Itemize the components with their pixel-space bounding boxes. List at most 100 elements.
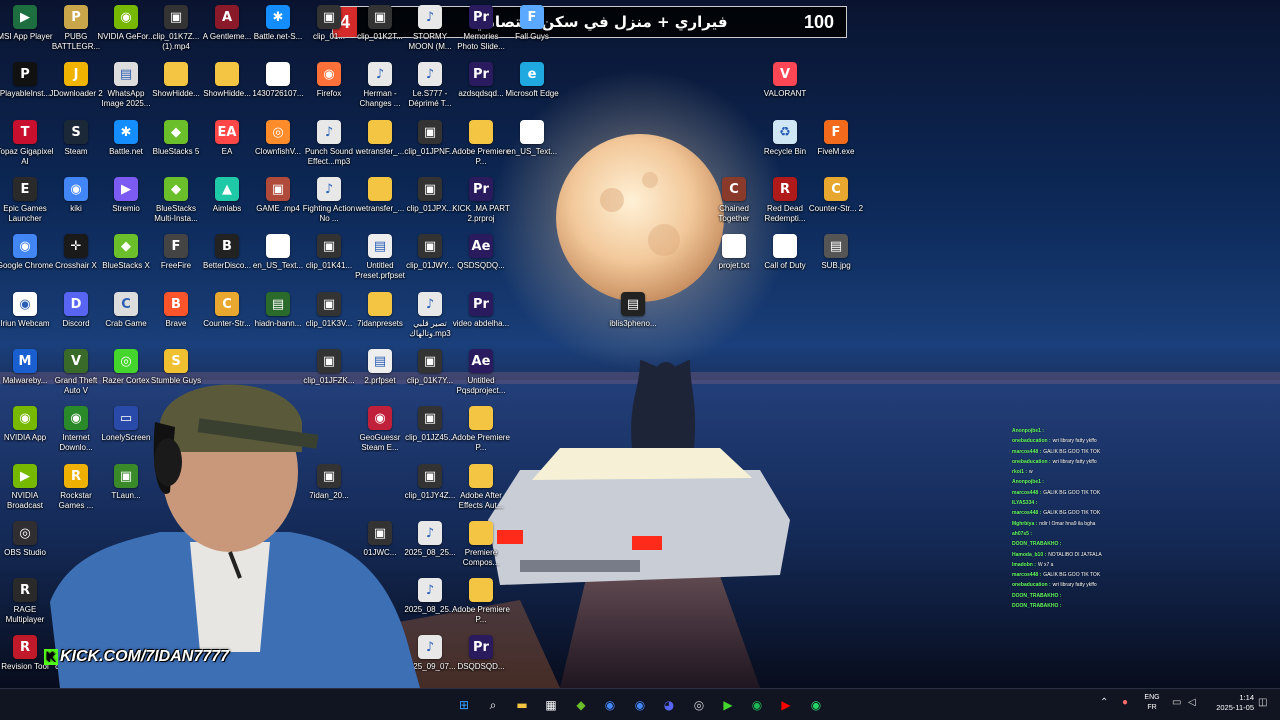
desktop-icon[interactable]: Adobe After Effects Aut... [453,464,509,518]
volume-icon[interactable]: ◁ [1188,697,1196,708]
desktop-icon[interactable]: en_US_Text... [504,120,560,174]
desktop-icon[interactable]: E Epic Games Launcher [0,177,53,231]
desktop-icon[interactable]: 1430726107... [250,62,306,116]
desktop-icon[interactable]: ▶ MSI App Player [0,5,53,59]
start-button[interactable]: ⊞ [454,695,474,715]
search-icon[interactable]: ⌕ [483,695,503,715]
desktop-icon[interactable]: ◆ BlueStacks Multi-Insta... [148,177,204,231]
language-indicator[interactable]: ENG FR [1141,693,1163,713]
desktop-icon[interactable]: ✱ Battle.net [98,120,154,174]
desktop-icon[interactable]: Pr DSQDSQD... [453,635,509,689]
desktop-icon[interactable]: ▣ clip_01JWY... [402,234,458,288]
desktop-icon[interactable]: F FiveM.exe [808,120,864,174]
desktop-icon[interactable]: ShowHidde... [148,62,204,116]
microphone-icon[interactable]: ● [1122,697,1128,708]
chrome-taskbar-icon[interactable]: ◉ [600,695,620,715]
desktop-icon[interactable]: ▣ clip_01JPX... [402,177,458,231]
bluestacks-taskbar-icon[interactable]: ◆ [571,695,591,715]
desktop-icon[interactable]: ◉ Iriun Webcam [0,292,53,346]
desktop-icon[interactable]: V VALORANT [757,62,813,116]
desktop-icon[interactable]: T Topaz Gigapixel AI [0,120,53,174]
desktop-icon[interactable]: S Steam [48,120,104,174]
desktop-icon[interactable]: ◎ ClownfishV... [250,120,306,174]
play-taskbar-icon[interactable]: ▶ [718,695,738,715]
chevron-up-icon[interactable]: ⌃ [1100,697,1108,708]
desktop-icon[interactable]: ◉ NVIDIA GeFor... [97,5,155,59]
desktop-icon[interactable]: ▣ clip_01K7Z...(1).mp4 [148,5,204,59]
desktop-icon[interactable]: C Chained Together [706,177,762,231]
desktop-icon[interactable]: ▣ clip_01... [301,5,357,59]
chrome-profile-taskbar-icon[interactable]: ◉ [630,695,650,715]
desktop-icon[interactable]: EA EA [199,120,255,174]
desktop-icon[interactable]: e Microsoft Edge [504,62,560,116]
desktop-icon[interactable]: Adobe Premiere P... [452,406,510,460]
desktop-icon[interactable]: Pr azdsqdsqd... [453,62,509,116]
desktop-icon[interactable]: wetransfer_... [352,177,408,231]
desktop-icon[interactable]: ▣ GAME .mp4 [250,177,306,231]
desktop-icon[interactable]: ◉ Google Chrome [0,234,53,288]
desktop-icon[interactable]: ✛ Crosshair X [48,234,104,288]
desktop-icon[interactable]: ◆ BlueStacks 5 [148,120,204,174]
desktop-icon[interactable]: projet.txt [706,234,762,288]
desktop-icon[interactable]: J JDownloader 2 [48,62,104,116]
desktop-icon[interactable]: Premiere Compos... [453,521,509,575]
desktop-icon[interactable]: ▤ SUB.jpg [808,234,864,288]
desktop-icon[interactable]: B BetterDisco... [199,234,255,288]
desktop-icon[interactable]: Pr video abdelha... [453,292,509,346]
desktop-icon[interactable]: D Discord [48,292,104,346]
desktop-icon[interactable]: ♪ تصير قلبي وتالهاك.mp3 [402,292,458,346]
desktop-icon[interactable]: ShowHidde... [199,62,255,116]
discord-taskbar-icon[interactable]: ◕ [659,695,679,715]
desktop-icon[interactable]: Ae Untitled Pqsdproject... [453,349,509,403]
desktop-icon[interactable]: ♪ Le.S777 - Déprimé T... [402,62,458,116]
desktop-icon[interactable]: F FreeFire [148,234,204,288]
spotify-taskbar-icon[interactable]: ◉ [747,695,767,715]
desktop-icon[interactable]: ▤ WhatsApp Image 2025... [98,62,154,116]
desktop-icon[interactable]: ▶ Stremio [98,177,154,231]
desktop-icon[interactable]: C Crab Game [98,292,154,346]
desktop-icon[interactable]: Pr Memories Photo Slide... [453,5,509,59]
desktop-icon[interactable]: ▣ clip_01K41... [301,234,357,288]
desktop-icon[interactable]: ♪ STORMY MOON (M... [402,5,458,59]
desktop-icon[interactable]: Call of Duty [757,234,813,288]
chat-text: wri library fatty ykffo [1052,458,1097,465]
desktop-icon[interactable]: C Counter-Str... 2 [808,177,864,231]
desktop-icon[interactable]: A A Gentleme... [199,5,255,59]
desktop-icon[interactable]: ▣ clip_01K3V... [301,292,357,346]
desktop-icon[interactable]: ◉ kiki [48,177,104,231]
network-icon[interactable]: ▭ [1172,697,1181,708]
desktop-icon[interactable]: ♪ Punch Sound Effect...mp3 [301,120,357,174]
desktop-icon[interactable]: Pr KICK .MA PART 2.prproj [452,177,510,231]
desktop-icon[interactable]: P PlayableInst... [0,62,53,116]
desktop-icon[interactable]: en_US_Text... [250,234,306,288]
desktop-icon[interactable]: ♪ Fighting Action No ... [301,177,357,231]
desktop-icon[interactable]: Ae QSDSQDQ... [453,234,509,288]
desktop-icon[interactable]: Adobe Premiere P... [452,578,510,632]
desktop-icon[interactable]: 7idanpresets [352,292,408,346]
desktop-icon[interactable]: ▤ iblis3pheno... [605,292,661,346]
desktop-icon[interactable]: C Counter-Str... [199,292,255,346]
desktop-icon[interactable]: ✱ Battle.net-S... [250,5,306,59]
desktop-icon[interactable]: F Fall Guys [504,5,560,59]
file-explorer-icon[interactable]: ▬ [512,695,532,715]
desktop-icon[interactable]: ◆ BlueStacks X [98,234,154,288]
obs-taskbar-icon[interactable]: ◎ [689,695,709,715]
desktop-icon[interactable]: R Red Dead Redempti... [757,177,813,231]
desktop-icon[interactable]: ▣ clip_01JPNF... [402,120,458,174]
desktop-icon[interactable]: ▲ Aimlabs [199,177,255,231]
desktop-icon[interactable]: wetransfer_... [352,120,408,174]
notification-bell-icon[interactable]: ◫ [1258,697,1267,708]
desktop-icon[interactable]: P PUBG BATTLEGR... [48,5,104,59]
desktop-icon[interactable]: ▤ Untitled Preset.prfpset [352,234,408,288]
youtube-taskbar-icon[interactable]: ▶ [776,695,796,715]
desktop-icon[interactable]: ▣ clip_01K2T... [352,5,408,59]
store-icon[interactable]: ▦ [541,695,561,715]
desktop-icon[interactable]: ▤ hiadn-bann... [250,292,306,346]
whatsapp-taskbar-icon[interactable]: ◉ [806,695,826,715]
desktop-icon[interactable]: Adobe Premiere P... [452,120,510,174]
desktop-icon[interactable]: B Brave [148,292,204,346]
desktop-icon[interactable]: ◉ Firefox [301,62,357,116]
desktop-icon[interactable]: ♻ Recycle Bin [757,120,813,174]
desktop-icon[interactable]: ♪ Herman - Changes ... [352,62,408,116]
system-clock[interactable]: 1:14 2025-11-05 [1204,693,1254,713]
